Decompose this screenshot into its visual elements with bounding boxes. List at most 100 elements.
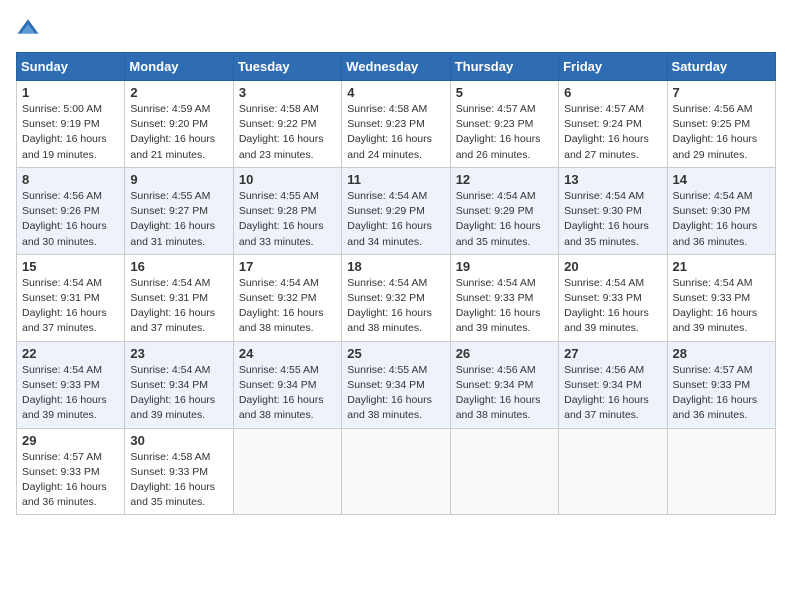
calendar-cell: 4 Sunrise: 4:58 AMSunset: 9:23 PMDayligh… xyxy=(342,81,450,168)
cell-info: Sunrise: 4:59 AMSunset: 9:20 PMDaylight:… xyxy=(130,103,215,161)
cell-info: Sunrise: 4:54 AMSunset: 9:33 PMDaylight:… xyxy=(22,364,107,422)
calendar-cell: 26 Sunrise: 4:56 AMSunset: 9:34 PMDaylig… xyxy=(450,341,558,428)
day-number: 25 xyxy=(347,346,444,361)
calendar-cell xyxy=(667,428,775,515)
calendar-cell: 17 Sunrise: 4:54 AMSunset: 9:32 PMDaylig… xyxy=(233,254,341,341)
day-number: 26 xyxy=(456,346,553,361)
calendar-cell: 27 Sunrise: 4:56 AMSunset: 9:34 PMDaylig… xyxy=(559,341,667,428)
day-number: 13 xyxy=(564,172,661,187)
day-number: 4 xyxy=(347,85,444,100)
cell-info: Sunrise: 4:57 AMSunset: 9:24 PMDaylight:… xyxy=(564,103,649,161)
day-number: 17 xyxy=(239,259,336,274)
calendar-cell: 19 Sunrise: 4:54 AMSunset: 9:33 PMDaylig… xyxy=(450,254,558,341)
day-number: 16 xyxy=(130,259,227,274)
calendar-cell: 1 Sunrise: 5:00 AMSunset: 9:19 PMDayligh… xyxy=(17,81,125,168)
calendar-cell: 16 Sunrise: 4:54 AMSunset: 9:31 PMDaylig… xyxy=(125,254,233,341)
calendar-cell: 22 Sunrise: 4:54 AMSunset: 9:33 PMDaylig… xyxy=(17,341,125,428)
cell-info: Sunrise: 4:54 AMSunset: 9:32 PMDaylight:… xyxy=(347,277,432,335)
cell-info: Sunrise: 4:54 AMSunset: 9:31 PMDaylight:… xyxy=(22,277,107,335)
col-header-wednesday: Wednesday xyxy=(342,53,450,81)
col-header-saturday: Saturday xyxy=(667,53,775,81)
cell-info: Sunrise: 4:57 AMSunset: 9:33 PMDaylight:… xyxy=(673,364,758,422)
calendar-header-row: SundayMondayTuesdayWednesdayThursdayFrid… xyxy=(17,53,776,81)
day-number: 15 xyxy=(22,259,119,274)
calendar-week-row: 1 Sunrise: 5:00 AMSunset: 9:19 PMDayligh… xyxy=(17,81,776,168)
calendar-cell: 29 Sunrise: 4:57 AMSunset: 9:33 PMDaylig… xyxy=(17,428,125,515)
calendar-cell xyxy=(342,428,450,515)
calendar-cell xyxy=(559,428,667,515)
cell-info: Sunrise: 4:58 AMSunset: 9:23 PMDaylight:… xyxy=(347,103,432,161)
cell-info: Sunrise: 4:57 AMSunset: 9:33 PMDaylight:… xyxy=(22,451,107,509)
cell-info: Sunrise: 4:54 AMSunset: 9:34 PMDaylight:… xyxy=(130,364,215,422)
cell-info: Sunrise: 4:54 AMSunset: 9:33 PMDaylight:… xyxy=(673,277,758,335)
cell-info: Sunrise: 4:55 AMSunset: 9:34 PMDaylight:… xyxy=(347,364,432,422)
calendar-cell: 3 Sunrise: 4:58 AMSunset: 9:22 PMDayligh… xyxy=(233,81,341,168)
calendar-week-row: 8 Sunrise: 4:56 AMSunset: 9:26 PMDayligh… xyxy=(17,167,776,254)
calendar-week-row: 22 Sunrise: 4:54 AMSunset: 9:33 PMDaylig… xyxy=(17,341,776,428)
calendar-cell: 9 Sunrise: 4:55 AMSunset: 9:27 PMDayligh… xyxy=(125,167,233,254)
calendar-cell: 8 Sunrise: 4:56 AMSunset: 9:26 PMDayligh… xyxy=(17,167,125,254)
day-number: 7 xyxy=(673,85,770,100)
calendar-cell: 13 Sunrise: 4:54 AMSunset: 9:30 PMDaylig… xyxy=(559,167,667,254)
cell-info: Sunrise: 4:58 AMSunset: 9:22 PMDaylight:… xyxy=(239,103,324,161)
calendar-cell: 2 Sunrise: 4:59 AMSunset: 9:20 PMDayligh… xyxy=(125,81,233,168)
day-number: 1 xyxy=(22,85,119,100)
cell-info: Sunrise: 4:55 AMSunset: 9:28 PMDaylight:… xyxy=(239,190,324,248)
cell-info: Sunrise: 4:54 AMSunset: 9:29 PMDaylight:… xyxy=(347,190,432,248)
calendar-cell: 25 Sunrise: 4:55 AMSunset: 9:34 PMDaylig… xyxy=(342,341,450,428)
calendar-cell: 7 Sunrise: 4:56 AMSunset: 9:25 PMDayligh… xyxy=(667,81,775,168)
cell-info: Sunrise: 4:56 AMSunset: 9:25 PMDaylight:… xyxy=(673,103,758,161)
day-number: 6 xyxy=(564,85,661,100)
calendar-cell: 21 Sunrise: 4:54 AMSunset: 9:33 PMDaylig… xyxy=(667,254,775,341)
day-number: 29 xyxy=(22,433,119,448)
col-header-tuesday: Tuesday xyxy=(233,53,341,81)
cell-info: Sunrise: 4:54 AMSunset: 9:33 PMDaylight:… xyxy=(564,277,649,335)
calendar-cell: 23 Sunrise: 4:54 AMSunset: 9:34 PMDaylig… xyxy=(125,341,233,428)
day-number: 14 xyxy=(673,172,770,187)
day-number: 9 xyxy=(130,172,227,187)
calendar-week-row: 15 Sunrise: 4:54 AMSunset: 9:31 PMDaylig… xyxy=(17,254,776,341)
cell-info: Sunrise: 5:00 AMSunset: 9:19 PMDaylight:… xyxy=(22,103,107,161)
col-header-monday: Monday xyxy=(125,53,233,81)
calendar-cell: 28 Sunrise: 4:57 AMSunset: 9:33 PMDaylig… xyxy=(667,341,775,428)
calendar-cell: 15 Sunrise: 4:54 AMSunset: 9:31 PMDaylig… xyxy=(17,254,125,341)
cell-info: Sunrise: 4:54 AMSunset: 9:29 PMDaylight:… xyxy=(456,190,541,248)
cell-info: Sunrise: 4:56 AMSunset: 9:34 PMDaylight:… xyxy=(456,364,541,422)
calendar-cell: 11 Sunrise: 4:54 AMSunset: 9:29 PMDaylig… xyxy=(342,167,450,254)
cell-info: Sunrise: 4:56 AMSunset: 9:34 PMDaylight:… xyxy=(564,364,649,422)
day-number: 3 xyxy=(239,85,336,100)
calendar-cell: 30 Sunrise: 4:58 AMSunset: 9:33 PMDaylig… xyxy=(125,428,233,515)
calendar-cell: 6 Sunrise: 4:57 AMSunset: 9:24 PMDayligh… xyxy=(559,81,667,168)
cell-info: Sunrise: 4:56 AMSunset: 9:26 PMDaylight:… xyxy=(22,190,107,248)
cell-info: Sunrise: 4:54 AMSunset: 9:33 PMDaylight:… xyxy=(456,277,541,335)
page-header xyxy=(16,16,776,40)
calendar-cell xyxy=(450,428,558,515)
cell-info: Sunrise: 4:58 AMSunset: 9:33 PMDaylight:… xyxy=(130,451,215,509)
calendar-table: SundayMondayTuesdayWednesdayThursdayFrid… xyxy=(16,52,776,515)
cell-info: Sunrise: 4:57 AMSunset: 9:23 PMDaylight:… xyxy=(456,103,541,161)
cell-info: Sunrise: 4:54 AMSunset: 9:30 PMDaylight:… xyxy=(673,190,758,248)
day-number: 23 xyxy=(130,346,227,361)
day-number: 24 xyxy=(239,346,336,361)
calendar-cell: 18 Sunrise: 4:54 AMSunset: 9:32 PMDaylig… xyxy=(342,254,450,341)
calendar-cell: 12 Sunrise: 4:54 AMSunset: 9:29 PMDaylig… xyxy=(450,167,558,254)
day-number: 28 xyxy=(673,346,770,361)
cell-info: Sunrise: 4:54 AMSunset: 9:30 PMDaylight:… xyxy=(564,190,649,248)
day-number: 27 xyxy=(564,346,661,361)
day-number: 18 xyxy=(347,259,444,274)
day-number: 10 xyxy=(239,172,336,187)
logo-icon xyxy=(16,16,40,40)
day-number: 22 xyxy=(22,346,119,361)
cell-info: Sunrise: 4:54 AMSunset: 9:32 PMDaylight:… xyxy=(239,277,324,335)
day-number: 12 xyxy=(456,172,553,187)
day-number: 11 xyxy=(347,172,444,187)
day-number: 20 xyxy=(564,259,661,274)
calendar-cell: 10 Sunrise: 4:55 AMSunset: 9:28 PMDaylig… xyxy=(233,167,341,254)
calendar-cell: 24 Sunrise: 4:55 AMSunset: 9:34 PMDaylig… xyxy=(233,341,341,428)
logo xyxy=(16,16,44,40)
day-number: 19 xyxy=(456,259,553,274)
calendar-cell xyxy=(233,428,341,515)
day-number: 30 xyxy=(130,433,227,448)
cell-info: Sunrise: 4:54 AMSunset: 9:31 PMDaylight:… xyxy=(130,277,215,335)
calendar-week-row: 29 Sunrise: 4:57 AMSunset: 9:33 PMDaylig… xyxy=(17,428,776,515)
